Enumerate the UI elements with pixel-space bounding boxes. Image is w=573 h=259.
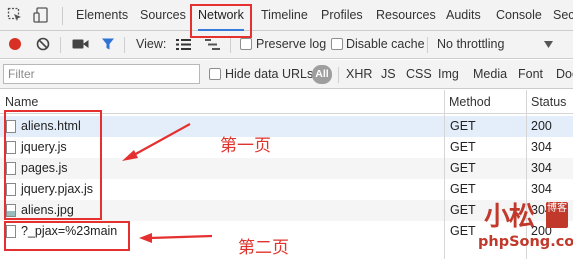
annotation-page-two: 第二页 bbox=[238, 238, 289, 258]
arrow-icon bbox=[139, 233, 213, 243]
watermark-logo: 小松 博客 phpSong.com bbox=[476, 196, 573, 259]
arrow-icon bbox=[122, 123, 191, 161]
watermark-seal: 博客 bbox=[546, 202, 568, 228]
watermark-chars: 小松 bbox=[484, 202, 535, 232]
watermark-site: phpSong.com bbox=[478, 234, 573, 250]
annotation-page-one: 第一页 bbox=[220, 136, 271, 156]
